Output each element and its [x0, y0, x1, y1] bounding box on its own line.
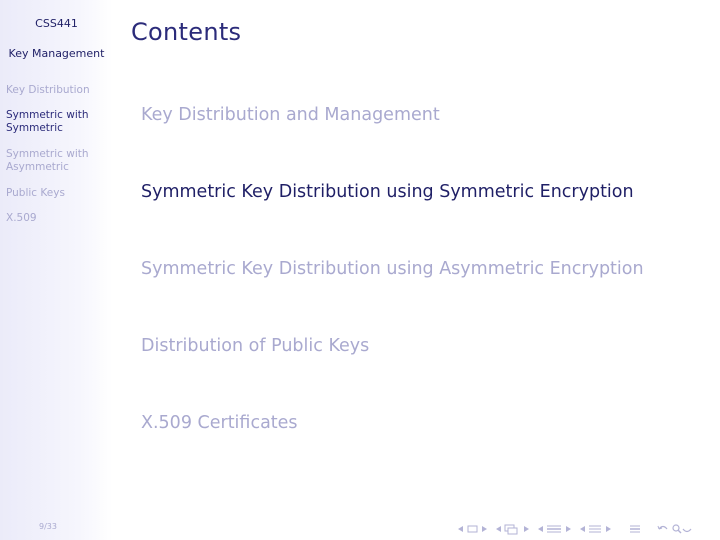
toc-item-key-distribution-and-management[interactable]: Key Distribution and Management [141, 105, 711, 125]
lecture-title[interactable]: Key Management [0, 47, 113, 60]
section-nav-icon[interactable] [578, 523, 614, 535]
page-number: 9/33 [39, 522, 57, 531]
frame-nav-icon[interactable] [494, 523, 532, 535]
course-title[interactable]: CSS441 [0, 17, 113, 30]
sidebar-item-public-keys[interactable]: Public Keys [6, 187, 110, 200]
sidebar-item-symmetric-with-asymmetric[interactable]: Symmetric with Asymmetric [6, 148, 96, 174]
toc-item-distribution-of-public-keys[interactable]: Distribution of Public Keys [141, 336, 711, 356]
toc-item-symmetric-key-distribution-asymmetric[interactable]: Symmetric Key Distribution using Asymmet… [141, 259, 711, 279]
sidebar-item-key-distribution[interactable]: Key Distribution [6, 84, 110, 97]
beamer-navigation-bar [456, 522, 714, 536]
appendix-nav-icon[interactable] [628, 523, 642, 535]
search-nav-icon[interactable] [656, 523, 692, 535]
subsection-nav-icon[interactable] [536, 523, 574, 535]
toc-item-symmetric-key-distribution-symmetric[interactable]: Symmetric Key Distribution using Symmetr… [141, 182, 711, 202]
sidebar: CSS441 Key Management Key Distribution S… [0, 0, 113, 540]
sidebar-item-symmetric-with-symmetric[interactable]: Symmetric with Symmetric [6, 109, 96, 135]
sidebar-item-x509[interactable]: X.509 [6, 212, 110, 225]
toc-item-x509-certificates[interactable]: X.509 Certificates [141, 413, 711, 433]
frame-title: Contents [131, 18, 242, 46]
slide-nav-icon[interactable] [456, 523, 490, 535]
